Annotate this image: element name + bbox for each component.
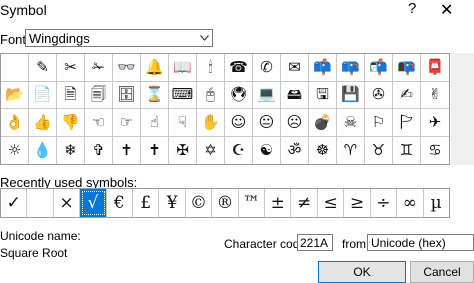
recent-symbol[interactable]: ≤	[318, 189, 345, 217]
symbol-cell[interactable]: 🖰	[197, 81, 225, 109]
symbol-cell[interactable]: 📭	[393, 54, 421, 82]
symbol-cell[interactable]: 👍	[29, 109, 57, 137]
symbol-cell[interactable]: ॐ	[281, 136, 309, 164]
symbol-cell[interactable]: 💻	[253, 81, 281, 109]
from-label: from:	[342, 237, 370, 251]
symbol-cell[interactable]: ✡	[197, 136, 225, 164]
chevron-down-icon[interactable]	[196, 30, 212, 46]
recent-symbol[interactable]: ×	[54, 189, 81, 217]
symbol-cell[interactable]: 👎	[57, 109, 85, 137]
unicode-name-label: Unicode name:	[0, 229, 81, 243]
symbol-cell[interactable]: ☎	[225, 54, 253, 82]
recent-symbol[interactable]: ®	[212, 189, 239, 217]
recent-symbol[interactable]	[27, 189, 54, 217]
symbol-cell[interactable]: ✁	[85, 54, 113, 82]
unicode-name-value: Square Root	[0, 246, 68, 260]
recent-symbol[interactable]: µ	[424, 189, 449, 217]
symbol-cell[interactable]: 😐	[253, 109, 281, 137]
symbol-cell[interactable]: ⚐	[365, 109, 393, 137]
font-dropdown[interactable]: Wingdings	[25, 29, 213, 47]
font-dropdown-value: Wingdings	[29, 31, 90, 46]
symbol-cell[interactable]: ☪	[225, 136, 253, 164]
symbol-cell[interactable]: 🗎	[57, 81, 85, 109]
symbol-cell[interactable]: ☞	[113, 109, 141, 137]
help-button[interactable]: ?	[408, 0, 416, 17]
dialog-title: Symbol	[0, 2, 47, 18]
symbol-cell[interactable]: 🖲	[225, 81, 253, 109]
symbol-cell[interactable]: ✝	[113, 136, 141, 164]
symbol-cell[interactable]: 🖫	[309, 81, 337, 109]
recent-symbols-row: ✓ × √ € £ ¥ © ® ™ ± ≠ ≤ ≥ ÷ ∞ µ	[0, 188, 450, 218]
symbol-cell[interactable]: 🔔	[141, 54, 169, 82]
symbol-cell[interactable]: ☹	[281, 109, 309, 137]
symbol-cell[interactable]	[1, 54, 29, 82]
symbol-cell[interactable]: ☸	[309, 136, 337, 164]
symbol-cell[interactable]: 📄	[29, 81, 57, 109]
symbol-cell[interactable]: 💧	[29, 136, 57, 164]
symbol-cell[interactable]: ❄	[57, 136, 85, 164]
symbol-cell[interactable]: 📫	[309, 54, 337, 82]
symbol-cell[interactable]: ✂	[57, 54, 85, 82]
symbol-cell[interactable]: 🗐	[85, 81, 113, 109]
recent-symbol[interactable]: ∞	[397, 189, 424, 217]
symbol-cell[interactable]: ✋	[197, 109, 225, 137]
from-dropdown-value: Unicode (hex)	[371, 236, 446, 250]
symbol-cell[interactable]: 🕯	[197, 54, 225, 82]
symbol-cell[interactable]: ✎	[29, 54, 57, 82]
symbol-cell[interactable]: ✌	[421, 82, 449, 109]
recent-symbol[interactable]: £	[133, 189, 160, 217]
symbol-cell[interactable]: ☜	[85, 109, 113, 137]
symbol-cell[interactable]: ♈	[337, 136, 365, 164]
symbol-cell[interactable]: 🕇	[141, 136, 169, 164]
symbol-cell[interactable]: ☠	[337, 109, 365, 137]
symbol-cell[interactable]: ☯	[253, 136, 281, 164]
symbol-cell[interactable]: 👓	[113, 54, 141, 82]
symbol-grid: ✎ ✂ ✁ 👓 🔔 📖 🕯 ☎ ✆ ✉ 📫 📪 📬 📭 📮 📂 📄 🗎 🗐 🗄 ⌛ ⌨ 🖰 🖲 💻 🖴 🖫 💾 ✇ ✍ ✌ 👌 👍 👎 ☜ ☞ ☝ ☟ ✋ ☺…	[0, 53, 450, 165]
symbol-cell[interactable]: 🏱	[393, 109, 421, 137]
symbol-cell[interactable]: 👌	[1, 109, 29, 137]
recent-symbol[interactable]: ÷	[371, 189, 398, 217]
symbol-cell[interactable]: 📂	[1, 81, 29, 109]
symbol-cell[interactable]: ✆	[253, 54, 281, 82]
symbol-cell[interactable]: ✞	[85, 136, 113, 164]
symbol-cell[interactable]: ♉	[365, 136, 393, 164]
symbol-cell[interactable]: ☼	[1, 136, 29, 164]
symbol-cell[interactable]: ⌨	[169, 81, 197, 109]
symbol-cell[interactable]: ♋	[421, 137, 449, 165]
symbol-cell[interactable]: ✠	[169, 136, 197, 164]
symbol-cell[interactable]: 📮	[421, 54, 449, 82]
recent-symbol[interactable]: ±	[265, 189, 292, 217]
recent-symbol[interactable]: ¥	[159, 189, 186, 217]
symbol-cell[interactable]: 💣	[309, 109, 337, 137]
symbol-cell[interactable]: 📖	[169, 54, 197, 82]
symbol-cell[interactable]: ☟	[169, 109, 197, 137]
symbol-cell[interactable]: ☝	[141, 109, 169, 137]
symbol-cell[interactable]: 📪	[337, 54, 365, 82]
symbol-cell[interactable]: ✉	[281, 54, 309, 82]
from-dropdown[interactable]: Unicode (hex)	[367, 234, 474, 251]
close-button[interactable]: ✕	[440, 0, 453, 20]
recent-symbol[interactable]: ©	[186, 189, 213, 217]
recent-symbol-selected[interactable]: √	[80, 189, 107, 217]
symbol-cell[interactable]: ✍	[393, 81, 421, 109]
recent-symbol[interactable]: ≠	[291, 189, 318, 217]
character-code-input[interactable]: 221A	[297, 234, 333, 251]
recent-symbol[interactable]: €	[107, 189, 134, 217]
symbol-cell[interactable]: 📬	[365, 54, 393, 82]
symbol-cell[interactable]: ⌛	[141, 81, 169, 109]
symbol-cell[interactable]: ☺	[225, 109, 253, 137]
recent-symbol[interactable]: ™	[239, 189, 266, 217]
symbol-cell[interactable]: ✈	[421, 109, 449, 137]
recent-symbol[interactable]: ✓	[1, 189, 28, 217]
symbol-cell[interactable]: 🗄	[113, 81, 141, 109]
symbol-cell[interactable]: 🖴	[281, 81, 309, 109]
symbol-grid-scrollbar[interactable]	[451, 53, 474, 165]
symbol-cell[interactable]: ♊	[393, 136, 421, 164]
symbol-cell[interactable]: ✇	[365, 81, 393, 109]
symbol-cell[interactable]: 💾	[337, 81, 365, 109]
recent-symbol[interactable]: ≥	[344, 189, 371, 217]
